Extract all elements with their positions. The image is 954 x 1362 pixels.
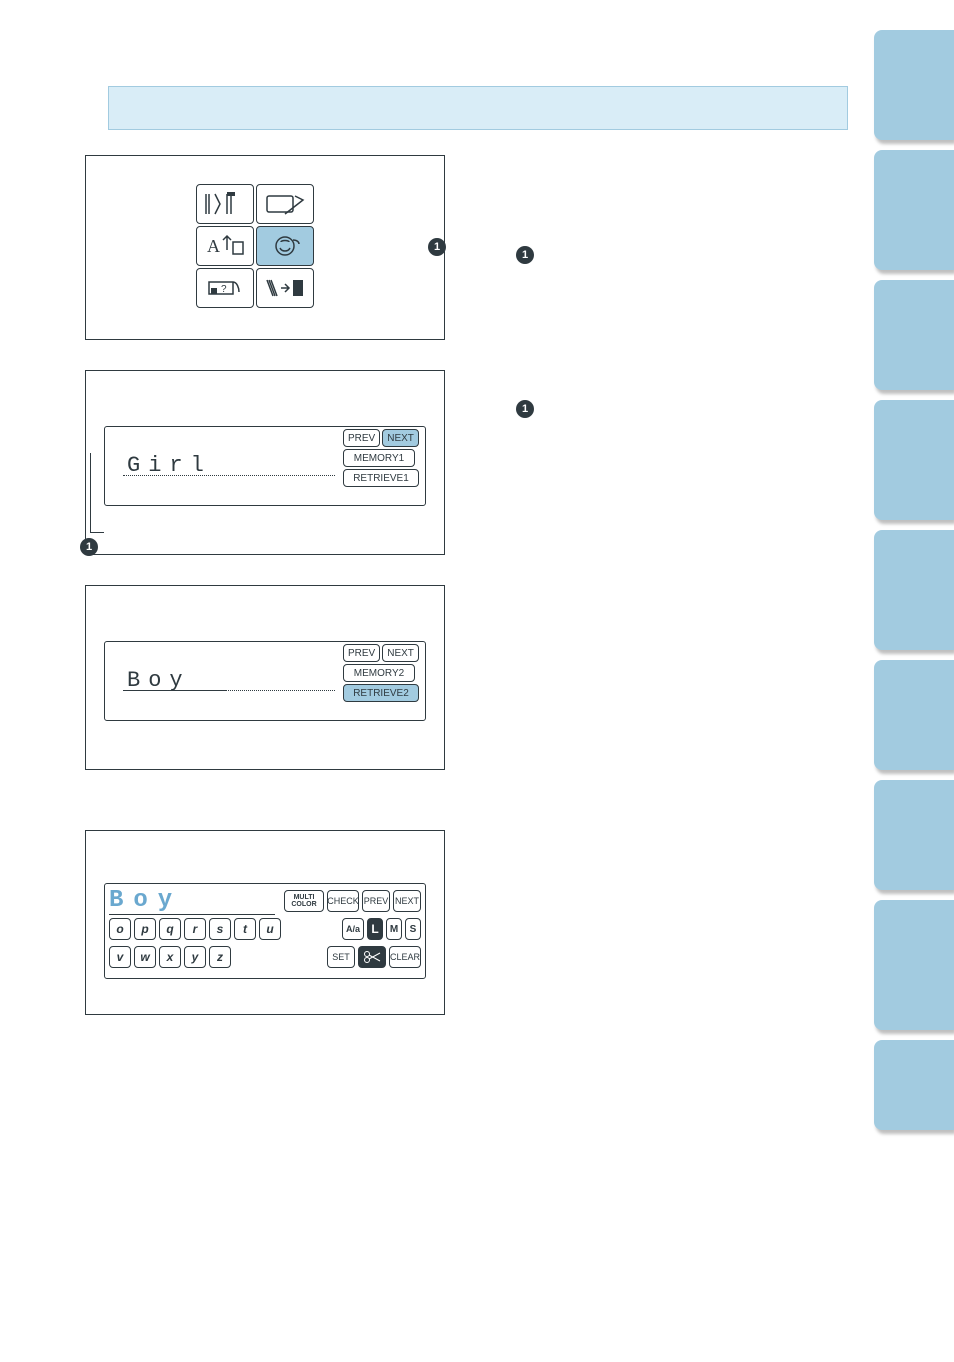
keyboard-screen: Boy MULTI COLOR CHECK PREV NEXT o p q r … xyxy=(104,883,426,979)
key-z[interactable]: z xyxy=(209,946,231,968)
machine-mode-icon[interactable]: ? xyxy=(196,268,254,308)
size-s-button[interactable]: S xyxy=(405,918,421,940)
memory-button-stack: PREV NEXT MEMORY1 RETRIEVE1 xyxy=(343,429,419,487)
side-tab[interactable] xyxy=(874,30,954,140)
prev-button[interactable]: PREV xyxy=(343,644,380,662)
size-l-button[interactable]: L xyxy=(367,918,383,940)
key-u[interactable]: u xyxy=(259,918,281,940)
clear-button[interactable]: CLEAR xyxy=(389,946,421,968)
callout-marker-1-icon: 1 xyxy=(516,246,534,264)
callout-bracket xyxy=(90,453,104,533)
character-mode-icon[interactable]: A xyxy=(196,226,254,266)
side-tab[interactable] xyxy=(874,280,954,390)
key-p[interactable]: p xyxy=(134,918,156,940)
next-button[interactable]: NEXT xyxy=(382,644,419,662)
key-o[interactable]: o xyxy=(109,918,131,940)
side-tab[interactable] xyxy=(874,1040,954,1130)
side-tab[interactable] xyxy=(874,660,954,770)
callout-marker-1-icon: 1 xyxy=(428,238,446,256)
key-t[interactable]: t xyxy=(234,918,256,940)
key-s[interactable]: s xyxy=(209,918,231,940)
key-q[interactable]: q xyxy=(159,918,181,940)
svg-text:?: ? xyxy=(221,284,227,295)
lcd-panel-mode-select: A ? 1 xyxy=(85,155,445,340)
case-shift-button[interactable]: A/a xyxy=(342,918,364,940)
lcd-panel-keyboard: Boy MULTI COLOR CHECK PREV NEXT o p q r … xyxy=(85,830,445,1015)
entry-text-display: Boy xyxy=(109,887,275,915)
stitch-mode-icon[interactable] xyxy=(196,184,254,224)
write-mode-icon[interactable] xyxy=(256,184,314,224)
key-w[interactable]: w xyxy=(134,946,156,968)
memory-button[interactable]: MEMORY1 xyxy=(343,449,415,467)
set-button[interactable]: SET xyxy=(327,946,355,968)
side-tab[interactable] xyxy=(874,150,954,270)
size-m-button[interactable]: M xyxy=(386,918,402,940)
solid-underline xyxy=(123,690,227,691)
key-v[interactable]: v xyxy=(109,946,131,968)
mode-icon-grid: A ? xyxy=(196,184,314,308)
display-area: Boy PREV NEXT MEMORY2 RETRIEVE2 xyxy=(104,641,426,721)
pattern-mode-icon[interactable] xyxy=(256,268,314,308)
callout-marker-1-icon: 1 xyxy=(516,400,534,418)
multi-color-button[interactable]: MULTI COLOR xyxy=(284,890,324,912)
lcd-panel-memory-2: Boy PREV NEXT MEMORY2 RETRIEVE2 xyxy=(85,585,445,770)
callout-marker-1-icon: 1 xyxy=(80,538,98,556)
display-area: Girl PREV NEXT MEMORY1 RETRIEVE1 xyxy=(104,426,426,506)
memory-button[interactable]: MEMORY2 xyxy=(343,664,415,682)
key-r[interactable]: r xyxy=(184,918,206,940)
svg-text:A: A xyxy=(207,236,220,256)
retrieve-button[interactable]: RETRIEVE1 xyxy=(343,469,419,487)
dotted-underline xyxy=(123,475,335,476)
section-header-bar xyxy=(108,86,848,130)
lcd-panel-memory-1: Girl PREV NEXT MEMORY1 RETRIEVE1 1 xyxy=(85,370,445,555)
side-tab[interactable] xyxy=(874,530,954,650)
side-tab-strip xyxy=(874,30,954,1130)
retrieve-button[interactable]: RETRIEVE2 xyxy=(343,684,419,702)
prev-button[interactable]: PREV xyxy=(343,429,380,447)
side-tab[interactable] xyxy=(874,780,954,890)
thread-cut-icon[interactable] xyxy=(358,946,386,968)
prev-button[interactable]: PREV xyxy=(362,890,390,912)
key-x[interactable]: x xyxy=(159,946,181,968)
side-tab[interactable] xyxy=(874,400,954,520)
side-tab[interactable] xyxy=(874,900,954,1030)
check-button[interactable]: CHECK xyxy=(327,890,359,912)
next-button[interactable]: NEXT xyxy=(393,890,421,912)
next-button[interactable]: NEXT xyxy=(382,429,419,447)
key-y[interactable]: y xyxy=(184,946,206,968)
head-mode-icon[interactable] xyxy=(256,226,314,266)
memory-button-stack: PREV NEXT MEMORY2 RETRIEVE2 xyxy=(343,644,419,702)
